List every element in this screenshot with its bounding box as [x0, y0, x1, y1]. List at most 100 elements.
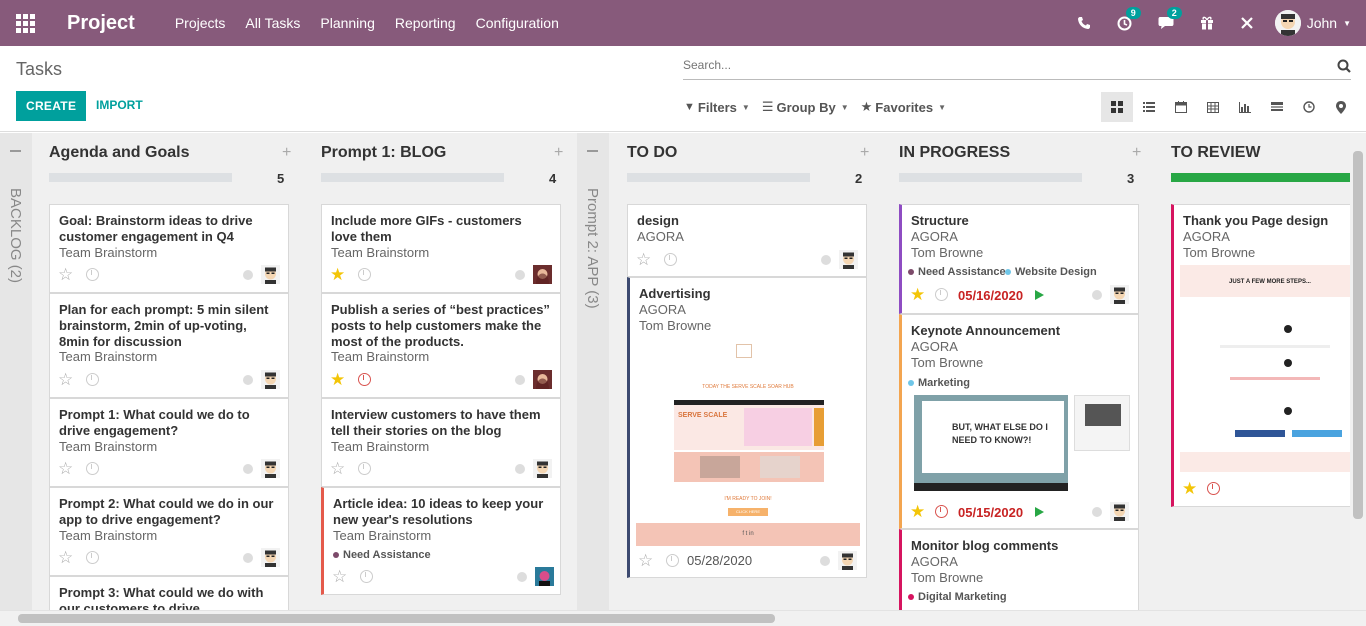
- star-icon[interactable]: ☆: [58, 371, 73, 388]
- activity-clock-icon[interactable]: [666, 554, 679, 567]
- task-card[interactable]: design AGORA ☆: [627, 204, 867, 277]
- task-card[interactable]: Publish a series of “best practices” pos…: [321, 293, 561, 398]
- task-title: Advertising: [639, 286, 711, 301]
- activity-clock-icon[interactable]: [360, 570, 373, 583]
- task-card[interactable]: Include more GIFs - customers love them …: [321, 204, 561, 293]
- activity-clock-icon[interactable]: [358, 373, 371, 386]
- activity-clock-icon[interactable]: [358, 268, 371, 281]
- activity-clock-icon[interactable]: [86, 373, 99, 386]
- kanban-state-icon[interactable]: [517, 572, 527, 582]
- search-icon[interactable]: [1337, 59, 1351, 73]
- task-card[interactable]: Advertising AGORA Tom Browne TODAY THE S…: [627, 277, 867, 578]
- kanban-view-icon[interactable]: [1101, 92, 1133, 122]
- folded-column-backlog[interactable]: BACKLOG (2): [0, 133, 32, 610]
- task-card[interactable]: Prompt 2: What could we do in our app to…: [49, 487, 289, 576]
- star-icon[interactable]: ★: [330, 371, 345, 388]
- calendar-view-icon[interactable]: [1165, 92, 1197, 122]
- task-card[interactable]: Prompt 3: What could we do with our cust…: [49, 576, 289, 610]
- kanban-state-icon[interactable]: [515, 464, 525, 474]
- assignee-avatar: [261, 459, 280, 478]
- apps-menu-icon[interactable]: [0, 0, 50, 46]
- kanban-state-icon[interactable]: [243, 464, 253, 474]
- groupby-dropdown[interactable]: ☰ Group By ▼: [762, 99, 849, 115]
- list-view-icon[interactable]: [1133, 92, 1165, 122]
- activity-clock-icon[interactable]: [86, 551, 99, 564]
- menu-all-tasks[interactable]: All Tasks: [245, 15, 300, 31]
- task-card[interactable]: Thank you Page design AGORA Tom Browne J…: [1171, 204, 1361, 507]
- folded-column-prompt2-app[interactable]: Prompt 2: APP (3): [577, 133, 609, 610]
- star-icon[interactable]: ☆: [58, 549, 73, 566]
- task-card[interactable]: Goal: Brainstorm ideas to drive customer…: [49, 204, 289, 293]
- activity-clock-icon[interactable]: [664, 253, 677, 266]
- kanban-state-icon[interactable]: [243, 270, 253, 280]
- horizontal-scrollbar[interactable]: [0, 610, 1366, 626]
- column-agenda-goals: Agenda and Goals + 5 Goal: Brainstorm id…: [49, 133, 291, 610]
- star-icon[interactable]: ★: [1182, 480, 1197, 497]
- menu-projects[interactable]: Projects: [175, 15, 226, 31]
- kanban-state-icon[interactable]: [1092, 507, 1102, 517]
- menu-reporting[interactable]: Reporting: [395, 15, 456, 31]
- create-button[interactable]: CREATE: [16, 91, 87, 121]
- add-task-icon[interactable]: +: [860, 144, 869, 162]
- search-input[interactable]: [683, 58, 1323, 72]
- star-icon[interactable]: ★: [330, 266, 345, 283]
- star-icon[interactable]: ☆: [330, 460, 345, 477]
- activity-clock-icon[interactable]: [935, 288, 948, 301]
- timer-play-icon[interactable]: [1035, 507, 1044, 517]
- task-card[interactable]: Interview customers to have them tell th…: [321, 398, 561, 487]
- import-button[interactable]: IMPORT: [96, 98, 143, 112]
- user-menu[interactable]: John ▼: [1274, 10, 1351, 36]
- kanban-state-icon[interactable]: [1092, 290, 1102, 300]
- horizontal-scrollbar-thumb[interactable]: [18, 614, 775, 623]
- star-icon[interactable]: ☆: [636, 251, 651, 268]
- activity-clock-icon[interactable]: [358, 462, 371, 475]
- task-deadline: 05/28/2020: [687, 553, 753, 568]
- activity-clock-icon[interactable]: [1207, 482, 1220, 495]
- graph-view-icon[interactable]: [1229, 92, 1261, 122]
- favorites-dropdown[interactable]: ★ Favorites ▼: [861, 99, 946, 115]
- gift-icon[interactable]: [1200, 16, 1214, 30]
- activity-clock-icon[interactable]: [935, 505, 948, 518]
- star-icon[interactable]: ☆: [332, 568, 347, 585]
- kanban-state-icon[interactable]: [515, 270, 525, 280]
- star-icon[interactable]: ☆: [58, 266, 73, 283]
- kanban-state-icon[interactable]: [243, 553, 253, 563]
- activity-view-icon[interactable]: [1261, 92, 1293, 122]
- star-icon[interactable]: ☆: [58, 460, 73, 477]
- debug-tools-icon[interactable]: [1240, 16, 1254, 30]
- activity-clock-icon[interactable]: [86, 462, 99, 475]
- star-icon[interactable]: ☆: [638, 552, 653, 569]
- vertical-scrollbar[interactable]: [1350, 133, 1366, 610]
- task-card[interactable]: Article idea: 10 ideas to keep your new …: [321, 487, 561, 595]
- add-task-icon[interactable]: +: [1132, 144, 1141, 162]
- task-card[interactable]: Plan for each prompt: 5 min silent brain…: [49, 293, 289, 398]
- filters-dropdown[interactable]: ▼ Filters ▼: [684, 99, 750, 115]
- assignee-avatar: [533, 459, 552, 478]
- add-task-icon[interactable]: +: [554, 144, 563, 162]
- task-card[interactable]: Keynote Announcement AGORA Tom Browne Ma…: [899, 314, 1139, 529]
- phone-icon[interactable]: [1077, 16, 1091, 30]
- star-icon[interactable]: ★: [910, 286, 925, 303]
- task-card[interactable]: Structure AGORA Tom Browne Need Assistan…: [899, 204, 1139, 314]
- star-icon[interactable]: ★: [910, 503, 925, 520]
- task-deadline: 05/15/2020: [958, 505, 1024, 520]
- menu-configuration[interactable]: Configuration: [476, 15, 559, 31]
- kanban-state-icon[interactable]: [243, 375, 253, 385]
- pivot-view-icon[interactable]: [1197, 92, 1229, 122]
- kanban-state-icon[interactable]: [821, 255, 831, 265]
- cover-image: BUT, WHAT ELSE DO I NEED TO KNOW?!: [914, 395, 1132, 498]
- task-card[interactable]: Monitor blog comments AGORA Tom Browne D…: [899, 529, 1139, 610]
- task-card[interactable]: Prompt 1: What could we do to drive enga…: [49, 398, 289, 487]
- kanban-state-icon[interactable]: [515, 375, 525, 385]
- menu-planning[interactable]: Planning: [320, 15, 375, 31]
- add-task-icon[interactable]: +: [282, 144, 291, 162]
- activity-clock-icon[interactable]: [86, 268, 99, 281]
- task-deadline: 05/16/2020: [958, 288, 1024, 303]
- timer-play-icon[interactable]: [1035, 290, 1044, 300]
- map-view-icon[interactable]: [1325, 92, 1357, 122]
- timesheet-view-icon[interactable]: [1293, 92, 1325, 122]
- activity-icon[interactable]: 9: [1117, 6, 1141, 31]
- kanban-state-icon[interactable]: [820, 556, 830, 566]
- messages-icon[interactable]: 2: [1158, 7, 1182, 30]
- vertical-scrollbar-thumb[interactable]: [1353, 151, 1363, 519]
